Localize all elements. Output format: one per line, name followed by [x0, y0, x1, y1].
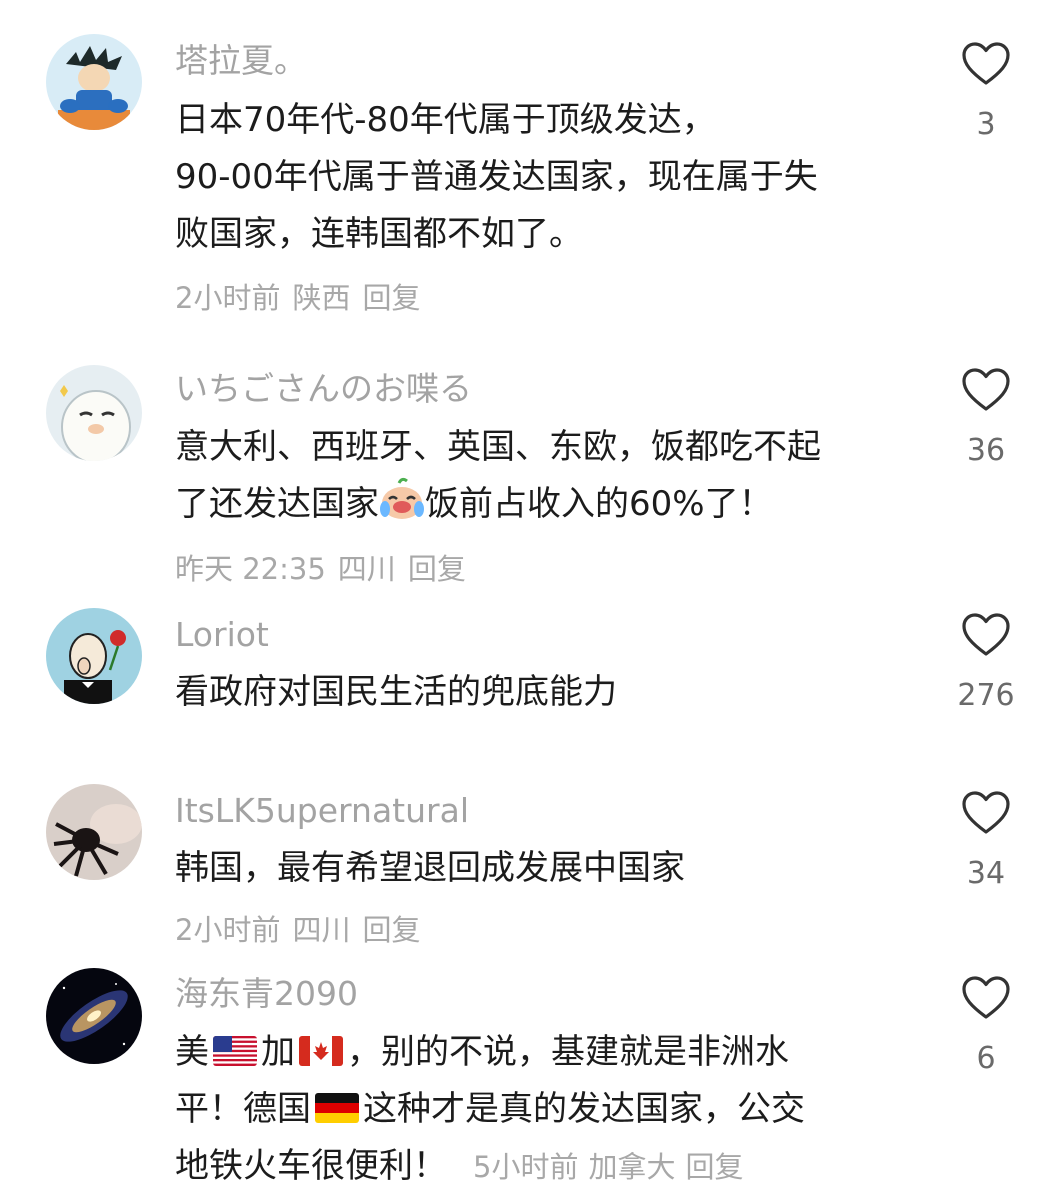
comment-text: 日本70年代-80年代属于顶级发达， 90-00年代属于普通发达国家，现在属于失… [175, 92, 915, 263]
username[interactable]: Loriot [175, 618, 269, 651]
comment-text-segment: 平！德国 [175, 1089, 311, 1129]
comment-location: 加拿大 [588, 1150, 676, 1184]
comment-line: 看政府对国民生活的兜底能力 [175, 672, 617, 712]
cartoon-gentleman-rose-avatar-icon [46, 608, 142, 704]
comment-text: 美 加 ，别的不说，基建就是非洲水 平！德国 这种才是真的发达国家，公交 地铁火车很便… [175, 1024, 915, 1196]
like-button[interactable]: 34 [955, 790, 1017, 891]
canada-flag-icon [299, 1036, 343, 1066]
comment-location: 四川 [292, 913, 351, 947]
like-button[interactable]: 3 [955, 41, 1017, 142]
germany-flag-icon [315, 1093, 359, 1123]
heart-outline-icon [962, 613, 1010, 656]
galaxy-avatar-icon [46, 968, 142, 1064]
like-count: 3 [976, 107, 996, 142]
reply-button[interactable]: 回复 [408, 552, 466, 586]
username[interactable]: いちごさんのお喋る [175, 372, 472, 405]
like-button[interactable]: 276 [955, 612, 1017, 713]
comment-meta: 2小时前 陕西 回复 [175, 284, 432, 313]
comment-time: 2小时前 [175, 913, 281, 947]
username[interactable]: 塔拉夏。 [175, 44, 307, 77]
comment-line: 日本70年代-80年代属于顶级发达， [175, 100, 716, 140]
avatar[interactable] [46, 365, 142, 461]
heart-outline-icon [962, 42, 1010, 85]
comment-line: 地铁火车很便利！ 5小时前 加拿大 回复 [175, 1138, 915, 1196]
comment-time: 5小时前 [473, 1150, 579, 1184]
comment-time: 昨天 22:35 [175, 552, 326, 586]
avatar[interactable] [46, 34, 142, 130]
comment-line: 90-00年代属于普通发达国家，现在属于失 [175, 157, 818, 197]
comment-text-segment: 加 [261, 1032, 295, 1072]
cartoon-boy-avatar-icon [46, 34, 142, 130]
comment-text: 韩国，最有希望退回成发展中国家 [175, 840, 915, 897]
comment-text-segment: 美 [175, 1032, 209, 1072]
avatar[interactable] [46, 968, 142, 1064]
comment-location: 陕西 [292, 281, 351, 315]
heart-outline-icon [962, 976, 1010, 1019]
like-count: 276 [957, 678, 1015, 713]
username[interactable]: 海东青2090 [175, 977, 358, 1010]
reply-button[interactable]: 回复 [362, 913, 420, 947]
username[interactable]: ItsLK5upernatural [175, 794, 469, 827]
comment-time: 2小时前 [175, 281, 281, 315]
like-count: 36 [966, 433, 1006, 468]
heart-outline-icon [962, 368, 1010, 411]
comment-line: 韩国，最有希望退回成发展中国家 [175, 848, 685, 888]
us-flag-icon [213, 1036, 257, 1066]
reply-button[interactable]: 回复 [362, 281, 420, 315]
comment-text-segment: 饭前占收入的60%了！ [425, 484, 773, 524]
like-count: 34 [966, 856, 1006, 891]
cartoon-seal-avatar-icon [46, 365, 142, 461]
comment-line: 意大利、西班牙、英国、东欧，饭都吃不起 [175, 427, 821, 467]
comment-line: 了还发达国家 饭前占收入的60%了！ [175, 476, 915, 539]
crying-laughing-emoji-icon [379, 477, 425, 539]
comment-line: 美 加 ，别的不说，基建就是非洲水 [175, 1024, 915, 1081]
comment-line: 败国家，连韩国都不如了。 [175, 214, 583, 254]
like-button[interactable]: 6 [955, 975, 1017, 1076]
like-count: 6 [976, 1041, 996, 1076]
comment-meta: 2小时前 四川 回复 [175, 916, 432, 945]
comment-meta: 昨天 22:35 四川 回复 [175, 555, 478, 584]
reply-button[interactable]: 回复 [685, 1150, 743, 1184]
comment-text-segment: 地铁火车很便利！ [175, 1146, 447, 1186]
comment-text: 看政府对国民生活的兜底能力 [175, 664, 915, 721]
like-button[interactable]: 36 [955, 367, 1017, 468]
comment-text-segment: ，别的不说，基建就是非洲水 [347, 1032, 789, 1072]
heart-outline-icon [962, 791, 1010, 834]
comment-text-segment: 了还发达国家 [175, 484, 379, 524]
avatar[interactable] [46, 784, 142, 880]
comment-text-segment: 这种才是真的发达国家，公交 [363, 1089, 805, 1129]
comment-line: 平！德国 这种才是真的发达国家，公交 [175, 1081, 915, 1138]
spider-photo-avatar-icon [46, 784, 142, 880]
comment-text: 意大利、西班牙、英国、东欧，饭都吃不起 了还发达国家 饭前占收入的60%了！ [175, 419, 915, 539]
avatar[interactable] [46, 608, 142, 704]
comment-location: 四川 [337, 552, 396, 586]
comment-meta: 5小时前 加拿大 回复 [473, 1150, 753, 1184]
